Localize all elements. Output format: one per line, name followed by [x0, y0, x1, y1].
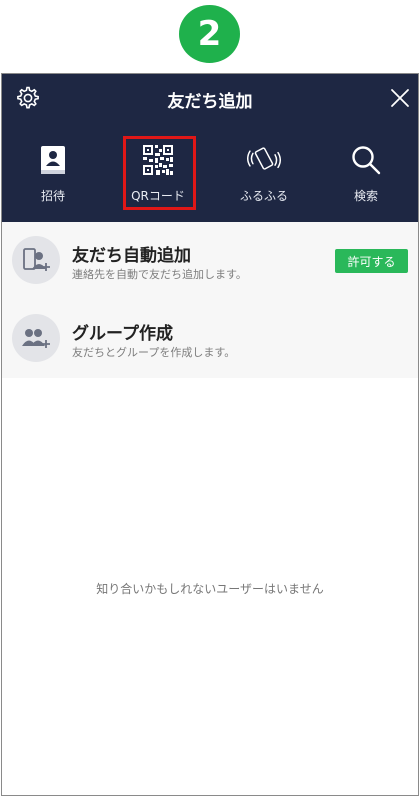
row-title: グループ作成	[72, 324, 173, 344]
empty-state-message: 知り合いかもしれないユーザーはいません	[96, 582, 324, 596]
allow-button[interactable]: 許可する	[335, 249, 408, 273]
tab-search[interactable]: 検索	[320, 134, 412, 210]
tab-label: ふるふる	[239, 189, 288, 203]
row-subtitle: 連絡先を自動で友だち追加します。	[72, 268, 247, 281]
tab-bar: 招待 QRコード ふるふる 検索	[2, 134, 418, 220]
tab-label: 検索	[353, 189, 378, 203]
search-icon	[349, 143, 383, 177]
group-add-icon	[12, 314, 60, 362]
app-screen: 友だち追加 招待 QRコード ふるふる 検索 友だち自動追加 連絡先を自動で友だ…	[1, 73, 419, 796]
shake-phone-icon	[247, 143, 281, 177]
contact-book-icon	[36, 143, 70, 177]
tab-shake[interactable]: ふるふる	[218, 134, 310, 210]
header: 友だち追加 招待 QRコード ふるふる 検索	[2, 74, 418, 222]
page-title: 友だち追加	[167, 92, 253, 112]
qr-code-icon	[141, 143, 175, 177]
close-icon[interactable]	[388, 86, 412, 110]
phone-person-add-icon	[12, 236, 60, 284]
row-title: 友だち自動追加	[72, 246, 191, 266]
tab-label: 招待	[40, 189, 65, 203]
row-subtitle: 友だちとグループを作成します。	[72, 346, 236, 359]
list-item-auto-add[interactable]: 友だち自動追加 連絡先を自動で友だち追加します。 許可する	[2, 222, 418, 298]
tab-invite[interactable]: 招待	[7, 134, 99, 210]
tab-qr-code[interactable]: QRコード	[112, 134, 204, 210]
list-item-create-group[interactable]: グループ作成 友だちとグループを作成します。	[2, 300, 418, 376]
add-options-list: 友だち自動追加 連絡先を自動で友だち追加します。 許可する グループ作成 友だち…	[2, 222, 418, 378]
step-number-badge: 2	[179, 5, 240, 63]
tab-label: QRコード	[131, 189, 185, 203]
